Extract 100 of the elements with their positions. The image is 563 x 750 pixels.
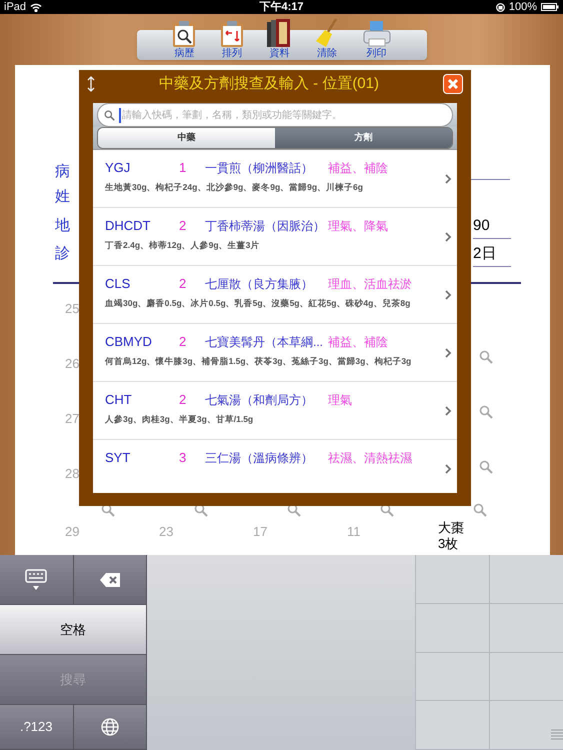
list-row[interactable]: SYT 3 三仁湯（溫病條辨） 祛濕、清熱祛濕 [93, 440, 457, 493]
space-key[interactable]: 空格 [0, 605, 147, 654]
formula-code: CLS [105, 277, 132, 290]
device-name: iPad [4, 0, 26, 15]
search-field[interactable]: 請輸入快碼，筆劃，名稱，類別或功能等關鍵字。 [97, 103, 453, 127]
formula-ingredients: 血竭30g、麝香0.5g、冰片0.5g、乳香5g、沒藥5g、紅花5g、硃砂4g、兒茶8g [105, 299, 412, 308]
form-value: 90 [473, 215, 511, 238]
formula-grade: 2 [179, 335, 188, 348]
form-label: 診 [55, 244, 70, 264]
blank-key[interactable] [415, 604, 489, 652]
formula-code: CBMYD [105, 335, 153, 348]
delete-key[interactable] [74, 555, 147, 604]
list-row[interactable]: CHT 2 七氣湯（和劑局方） 理氣 人參3g、肉桂3g、半夏3g、甘草/1.5g [93, 382, 457, 440]
chevron-icon [445, 174, 451, 184]
formula-name: 丁香柿蒂湯（因脈治） [205, 220, 326, 232]
blank-key[interactable] [489, 701, 563, 750]
delete-icon [100, 572, 120, 586]
formula-category: 理氣、降氣 [328, 220, 388, 232]
grid-number: 11 [347, 523, 360, 541]
grid-number: 23 [159, 523, 174, 541]
chevron-icon [445, 464, 451, 474]
blank-key[interactable] [489, 555, 563, 604]
wifi-icon [30, 2, 42, 12]
formula-category: 理血、活血祛淤 [328, 278, 412, 290]
formula-category: 補益、補陰 [328, 162, 388, 174]
clipboard-magnifier-icon [171, 20, 198, 48]
grid-cell-text: 大棗 3枚 [438, 520, 464, 552]
formula-name: 七厘散（良方集腋） [205, 278, 314, 290]
segment-tab[interactable]: 方劑 [275, 128, 452, 148]
grid-number: 28 [65, 465, 80, 483]
close-button[interactable] [443, 74, 463, 94]
printer-icon [362, 20, 392, 48]
form-label: 地 [55, 216, 70, 236]
globe-key[interactable] [74, 705, 147, 749]
keyboard-hide-icon [25, 568, 48, 590]
grid-number: 29 [65, 523, 80, 541]
formula-ingredients: 生地黃30g、枸杞子24g、北沙參9g、麥冬9g、當歸9g、川楝子6g [105, 183, 364, 192]
formula-grade: 2 [179, 393, 188, 406]
handle-icon[interactable] [551, 728, 563, 740]
search-icon [104, 110, 115, 120]
formula-category: 祛濕、清熱祛濕 [328, 452, 412, 464]
toolbar-button[interactable]: 清除 [314, 18, 340, 59]
toolbar-button[interactable]: 資料 [266, 18, 292, 59]
grid-number: 17 [253, 523, 268, 541]
formula-code: SYT [105, 451, 132, 464]
formula-grade: 1 [179, 161, 188, 174]
form-label: 病 [55, 162, 70, 182]
formula-category: 理氣 [328, 394, 352, 406]
rotation-lock-icon [496, 2, 505, 12]
form-label: 姓 [55, 187, 70, 207]
books-icon [266, 18, 292, 48]
blank-key[interactable] [415, 701, 489, 750]
formula-name: 三仁湯（溫病條辨） [205, 452, 314, 464]
formula-name: 七寶美髯丹（本草綱... [205, 336, 324, 348]
formula-ingredients: 何首烏12g、懷牛膝3g、補骨脂1.5g、茯苓3g、菟絲子3g、當歸3g、枸杞子3g [105, 357, 412, 366]
battery-icon [541, 3, 559, 11]
toolbar-button[interactable]: 排列 [218, 20, 245, 59]
segment-tab[interactable]: 中藥 [98, 128, 275, 148]
grid-number: 25 [65, 300, 80, 318]
clock: 下午4:17 [259, 0, 304, 15]
list-row[interactable]: YGJ 1 一貫煎（柳洲醫話） 補益、補陰 生地黃30g、枸杞子24g、北沙參9g、麥冬9g、當歸9g、川楝子6g [93, 150, 457, 208]
formula-grade: 3 [179, 451, 188, 464]
dialog-title: 中藥及方劑搜查及輸入 - 位置(01) [158, 74, 380, 94]
search-icon[interactable] [101, 503, 115, 517]
formula-ingredients: 人參3g、肉桂3g、半夏3g、甘草/1.5g [105, 415, 254, 424]
hide-key[interactable] [0, 555, 74, 604]
formula-ingredients: 丁香2.4g、柿蒂12g、人參9g、生薑3片 [105, 241, 260, 250]
toolbar-button[interactable]: 病歷 [171, 20, 198, 59]
formula-name: 七氣湯（和劑局方） [205, 394, 314, 406]
blank-key[interactable] [489, 652, 563, 702]
toolbar-button[interactable]: 列印 [362, 20, 392, 59]
form-value: 2日 [473, 243, 511, 266]
list-row[interactable]: CBMYD 2 七寶美髯丹（本草綱... 補益、補陰 何首烏12g、懷牛膝3g、補骨脂1.5g、茯苓3g、菟絲子3g、當歸3g、枸杞子3g [93, 324, 457, 382]
chevron-icon [445, 290, 451, 300]
formula-code: YGJ [105, 161, 132, 174]
grid-number: 27 [65, 410, 80, 428]
list-row[interactable]: DHCDT 2 丁香柿蒂湯（因脈治） 理氣、降氣 丁香2.4g、柿蒂12g、人參9g、生薑3片 [93, 208, 457, 266]
clipboard-arrows-icon [218, 20, 245, 48]
search-icon[interactable] [194, 503, 208, 517]
blank-key[interactable] [489, 604, 563, 652]
blank-key[interactable] [415, 652, 489, 702]
formula-code: CHT [105, 393, 133, 406]
close-icon [447, 78, 459, 90]
battery-percentage: 100% [508, 0, 537, 15]
formula-name: 一貫煎（柳洲醫話） [205, 162, 314, 174]
list-row[interactable]: CLS 2 七厘散（良方集腋） 理血、活血祛淤 血竭30g、麝香0.5g、冰片0.5g、乳香5g、沒藥5g、紅花5g、硃砂4g、兒茶8g [93, 266, 457, 324]
chevron-icon [445, 348, 451, 358]
formula-code: DHCDT [105, 219, 152, 232]
text-key[interactable]: .?123 [0, 705, 74, 749]
search-icon[interactable] [380, 503, 394, 517]
globe-icon [100, 718, 119, 736]
search-icon[interactable] [287, 503, 301, 517]
resize-icon[interactable] [87, 76, 95, 92]
chevron-icon [445, 406, 451, 416]
chevron-icon [445, 232, 451, 242]
formula-grade: 2 [179, 219, 188, 232]
formula-category: 補益、補陰 [328, 336, 388, 348]
formula-grade: 2 [179, 277, 188, 290]
blank-key[interactable] [415, 555, 489, 604]
grid-number: 26 [65, 355, 80, 373]
